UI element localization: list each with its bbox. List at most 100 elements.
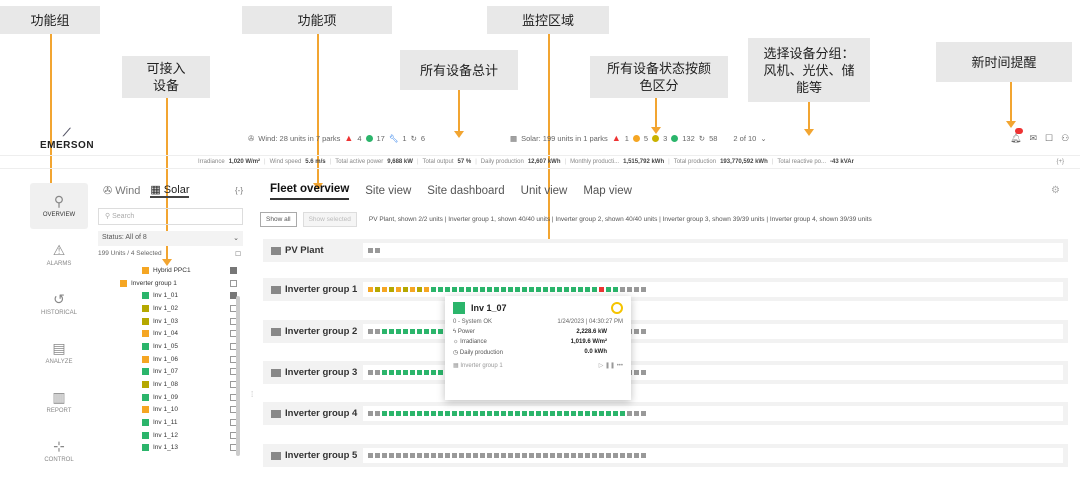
unit-cell[interactable]: [424, 329, 429, 334]
unit-cell[interactable]: [396, 411, 401, 416]
device-tree-item[interactable]: Inv 1_07: [98, 366, 243, 379]
unit-cell[interactable]: [634, 453, 639, 458]
unit-cell[interactable]: [389, 287, 394, 292]
unit-cell[interactable]: [417, 329, 422, 334]
unit-cell[interactable]: [529, 453, 534, 458]
chat-icon[interactable]: ☐: [1045, 133, 1053, 144]
unit-cell[interactable]: [452, 287, 457, 292]
unit-cell[interactable]: [424, 453, 429, 458]
unit-cell[interactable]: [606, 411, 611, 416]
unit-cell[interactable]: [396, 370, 401, 375]
resize-handle[interactable]: ⁞: [251, 390, 253, 399]
device-tree-item[interactable]: Inv 1_12: [98, 429, 243, 442]
unit-cell[interactable]: [368, 370, 373, 375]
unit-cell[interactable]: [410, 411, 415, 416]
tab-wind[interactable]: ✇ Wind: [103, 184, 140, 197]
unit-cell[interactable]: [571, 287, 576, 292]
device-tree-item[interactable]: Inv 1_06: [98, 353, 243, 366]
unit-cell[interactable]: [606, 287, 611, 292]
unit-cell[interactable]: [375, 453, 380, 458]
collapse-icon[interactable]: {-}: [235, 186, 243, 195]
unit-cell[interactable]: [431, 287, 436, 292]
unit-cell[interactable]: [466, 411, 471, 416]
unit-cell[interactable]: [403, 370, 408, 375]
unit-cell[interactable]: [592, 453, 597, 458]
unit-cell[interactable]: [522, 411, 527, 416]
unit-cell[interactable]: [438, 370, 443, 375]
unit-cell[interactable]: [557, 411, 562, 416]
unit-cell[interactable]: [494, 411, 499, 416]
unit-cell[interactable]: [424, 411, 429, 416]
unit-cell[interactable]: [466, 287, 471, 292]
unit-cell[interactable]: [382, 287, 387, 292]
unit-cell[interactable]: [410, 370, 415, 375]
unit-cell[interactable]: [620, 411, 625, 416]
unit-cell[interactable]: [550, 287, 555, 292]
unit-cell[interactable]: [501, 453, 506, 458]
unit-cell[interactable]: [368, 453, 373, 458]
unit-cell[interactable]: [571, 411, 576, 416]
unit-cell[interactable]: [487, 411, 492, 416]
unit-cell[interactable]: [438, 453, 443, 458]
wind-summary[interactable]: ✇ Wind: 28 units in 7 parks ▲ 4 17 🔧︎ 1 ↻ 6: [248, 133, 425, 143]
tab-map-view[interactable]: Map view: [583, 185, 632, 197]
device-scrollbar[interactable]: [236, 296, 240, 456]
unit-cell[interactable]: [368, 329, 373, 334]
nav-overview[interactable]: ⚲ OVERVIEW: [30, 183, 88, 229]
unit-cell[interactable]: [424, 370, 429, 375]
nav-control[interactable]: ⊹ CONTROL: [30, 428, 88, 474]
unit-cell[interactable]: [417, 453, 422, 458]
unit-cell[interactable]: [438, 411, 443, 416]
show-all-button[interactable]: Show all: [260, 212, 297, 227]
unit-cell[interactable]: [396, 329, 401, 334]
unit-cell[interactable]: [417, 370, 422, 375]
unit-cell[interactable]: [396, 287, 401, 292]
unit-cell[interactable]: [522, 287, 527, 292]
device-tree-item[interactable]: Inv 1_03: [98, 315, 243, 328]
unit-cell[interactable]: [389, 411, 394, 416]
unit-cell[interactable]: [445, 453, 450, 458]
unit-cell[interactable]: [473, 453, 478, 458]
unit-cell[interactable]: [403, 411, 408, 416]
unit-cell[interactable]: [564, 411, 569, 416]
unit-cell[interactable]: [641, 411, 646, 416]
unit-cell[interactable]: [599, 411, 604, 416]
device-search-input[interactable]: ⚲ Search: [98, 208, 243, 225]
unit-cell[interactable]: [487, 453, 492, 458]
device-tree-item[interactable]: Hybrid PPC1: [98, 264, 243, 277]
unit-cell[interactable]: [585, 411, 590, 416]
unit-cell[interactable]: [592, 411, 597, 416]
tab-site-view[interactable]: Site view: [365, 185, 411, 197]
unit-cell[interactable]: [445, 411, 450, 416]
nav-alarms[interactable]: ⚠ ALARMS: [30, 232, 88, 278]
unit-cell[interactable]: [620, 453, 625, 458]
tab-site-dashboard[interactable]: Site dashboard: [427, 185, 504, 197]
unit-cell[interactable]: [424, 287, 429, 292]
solar-summary[interactable]: ▦ Solar: 199 units in 1 parks ▲ 1 5 3 132…: [510, 133, 767, 143]
gear-icon[interactable]: ⚙: [1051, 185, 1060, 196]
unit-cell[interactable]: [473, 411, 478, 416]
popup-actions[interactable]: ▷ ❚❚ •••: [599, 362, 623, 369]
unit-cell[interactable]: [536, 287, 541, 292]
tab-unit-view[interactable]: Unit view: [521, 185, 568, 197]
device-tree-item[interactable]: Inv 1_02: [98, 302, 243, 315]
unit-cell[interactable]: [431, 329, 436, 334]
device-tree-item[interactable]: Inv 1_04: [98, 327, 243, 340]
unit-cell[interactable]: [480, 411, 485, 416]
group-row[interactable]: Inverter group 3: [263, 361, 1068, 384]
unit-cell[interactable]: [473, 287, 478, 292]
unit-cell[interactable]: [571, 453, 576, 458]
unit-cell[interactable]: [634, 411, 639, 416]
unit-cell[interactable]: [375, 329, 380, 334]
unit-cell[interactable]: [543, 453, 548, 458]
unit-cell[interactable]: [459, 453, 464, 458]
unit-cell[interactable]: [627, 287, 632, 292]
group-row[interactable]: Inverter group 1: [263, 278, 1068, 301]
unit-cell[interactable]: [550, 411, 555, 416]
group-row[interactable]: Inverter group 5: [263, 444, 1068, 467]
unit-cell[interactable]: [515, 453, 520, 458]
expand-icon[interactable]: {+}: [1056, 159, 1064, 165]
unit-cell[interactable]: [494, 287, 499, 292]
unit-cell[interactable]: [592, 287, 597, 292]
unit-cell[interactable]: [613, 453, 618, 458]
